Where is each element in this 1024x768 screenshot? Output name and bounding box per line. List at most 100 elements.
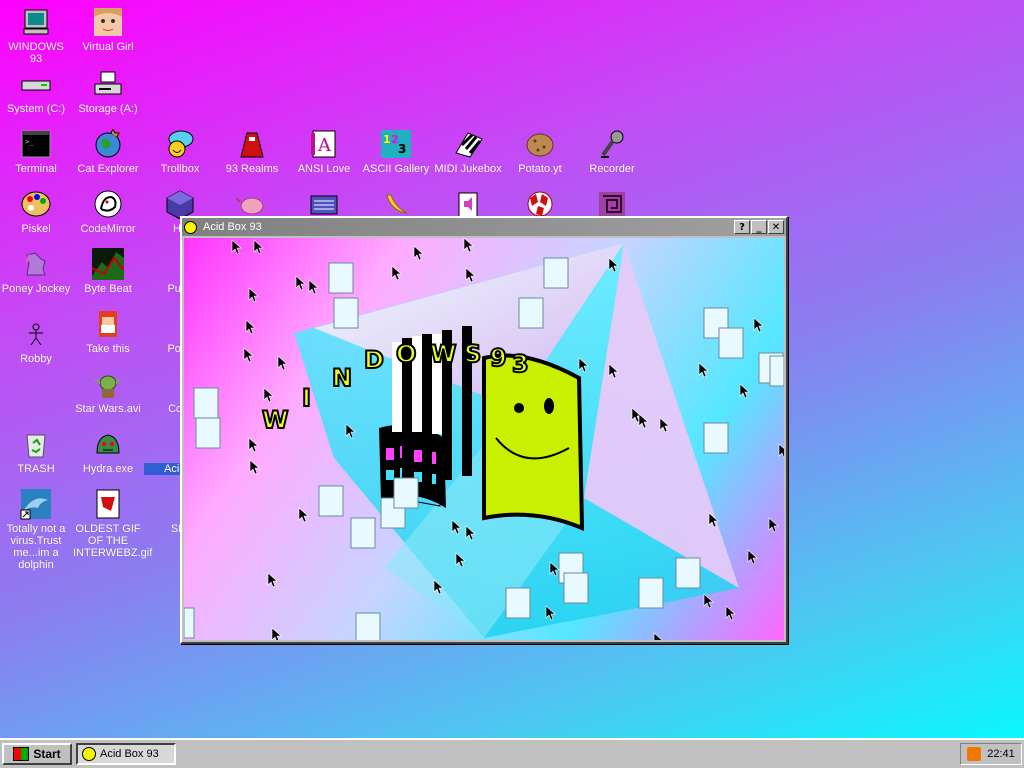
robby-icon[interactable]: Robby: [0, 318, 72, 365]
taskbar: Start Acid Box 93 22:41: [0, 738, 1024, 768]
terminal-icon[interactable]: >_ Terminal: [0, 128, 72, 175]
acid-artwork: W I N D O W S 9 3: [184, 238, 784, 640]
cube-icon: [166, 190, 194, 219]
keyboard-icon: [310, 195, 338, 215]
smiley-icon: [184, 220, 197, 234]
icon-label: Star Wars.avi: [75, 403, 141, 415]
pony-icon: [25, 252, 46, 276]
recycle-bin-icon: [26, 434, 46, 458]
ascii-gallery-icon[interactable]: 123 ASCII Gallery: [360, 128, 432, 175]
icon-label: Recorder: [589, 163, 635, 175]
windows93-icon[interactable]: WINDOWS 93: [0, 6, 72, 65]
banana-image-icon: [386, 194, 408, 214]
hydra-head-icon: [96, 434, 120, 454]
acid-box-canvas[interactable]: W I N D O W S 9 3: [184, 238, 784, 640]
knight-icon: [240, 132, 264, 158]
rss-icon[interactable]: [967, 747, 982, 761]
ansi-love-icon[interactable]: A ANSI Love: [288, 128, 360, 175]
start-button[interactable]: Start: [2, 743, 72, 765]
clock: 22:41: [987, 748, 1015, 760]
93-realms-icon[interactable]: 93 Realms: [216, 128, 288, 175]
icon-label: ANSI Love: [297, 163, 351, 175]
dolphin-icon[interactable]: Totally not a virus.Trust me...im a dolp…: [0, 488, 72, 571]
smiley-icon: [82, 747, 96, 761]
midi-jukebox-icon[interactable]: MIDI Jukebox: [432, 128, 504, 175]
icon-label: OLDEST GIF OF THE INTERWEBZ.gif: [73, 523, 153, 559]
hydra-icon[interactable]: Hydra.exe: [72, 428, 144, 475]
svg-text:3: 3: [398, 142, 406, 156]
minimize-button[interactable]: _: [751, 220, 767, 234]
logo-letter: 3: [512, 350, 529, 378]
logo-letter: D: [364, 346, 384, 374]
logo-letter: S: [464, 340, 481, 368]
palette-icon: [21, 191, 51, 217]
acid-box-window[interactable]: Acid Box 93 ? _ ✕ W I N D O W S 9 3: [180, 216, 788, 644]
logo-letter: W: [430, 340, 456, 368]
logo-letter: O: [396, 340, 416, 368]
piskel-icon[interactable]: Piskel: [0, 188, 72, 235]
icon-label: ASCII Gallery: [362, 163, 430, 175]
codemirror-icon[interactable]: CodeMirror: [72, 188, 144, 235]
maze-image-icon: [599, 192, 625, 216]
storage-a-icon[interactable]: Storage (A:): [72, 68, 144, 115]
gif-file-icon: [96, 489, 120, 519]
old-man-icon: [99, 311, 117, 337]
icon-label: 93 Realms: [225, 163, 279, 175]
potato-image-icon: [526, 133, 554, 157]
svg-text:A: A: [317, 135, 332, 156]
icon-label: Terminal: [15, 163, 57, 175]
close-button[interactable]: ✕: [768, 220, 784, 234]
logo-letter: 9: [490, 344, 507, 372]
start-label: Start: [33, 747, 61, 761]
icon-label: Robby: [20, 353, 52, 365]
icon-label: TRASH: [17, 463, 55, 475]
svg-text:1: 1: [383, 133, 391, 146]
stick-figure-icon: [29, 323, 43, 346]
sound-file-icon: [458, 192, 478, 217]
microphone-icon: [601, 130, 624, 158]
console-icon: >_: [21, 130, 51, 158]
icon-label: WINDOWS 93: [8, 41, 64, 65]
hard-drive-icon: [21, 80, 51, 91]
waveform-icon: [92, 248, 124, 280]
teapot-image-icon: [236, 197, 264, 215]
logo-letter: W: [262, 406, 288, 434]
icon-label: MIDI Jukebox: [434, 163, 502, 175]
yoda-icon: [93, 375, 123, 398]
window-title: Acid Box 93: [203, 221, 262, 233]
chat-bubble-icon: [168, 130, 194, 158]
oldest-gif-icon[interactable]: OLDEST GIF OF THE INTERWEBZ.gif: [72, 488, 153, 559]
potato-icon[interactable]: Potato.yt: [504, 128, 576, 175]
icon-label: Cat Explorer: [77, 163, 139, 175]
cat-explorer-icon[interactable]: Cat Explorer: [72, 128, 144, 175]
recorder-icon[interactable]: Recorder: [576, 128, 648, 175]
icon-label: Hydra.exe: [82, 463, 134, 475]
icon-label: System (C:): [6, 103, 66, 115]
virtual-girl-icon[interactable]: Virtual Girl: [72, 6, 144, 53]
taskbar-item-acid-box[interactable]: Acid Box 93: [76, 743, 176, 765]
svg-text:>_: >_: [25, 138, 34, 146]
icon-label: Byte Beat: [84, 283, 132, 295]
icon-label: Take this: [86, 343, 130, 355]
trash-icon[interactable]: TRASH: [0, 428, 72, 475]
icon-label: CodeMirror: [80, 223, 136, 235]
computer-icon: [23, 9, 49, 35]
logo-letter: I: [302, 384, 311, 412]
star-wars-icon[interactable]: Star Wars.avi: [72, 368, 144, 415]
windows-logo-icon: [13, 747, 30, 761]
window-titlebar[interactable]: Acid Box 93 ? _ ✕: [182, 218, 786, 236]
icon-label: Piskel: [21, 223, 51, 235]
icon-label: Poney Jockey: [1, 283, 71, 295]
help-button[interactable]: ?: [734, 220, 750, 234]
globe-cat-icon: [95, 129, 121, 158]
trollbox-icon[interactable]: Trollbox: [144, 128, 216, 175]
icon-label: Virtual Girl: [82, 41, 134, 53]
byte-beat-icon[interactable]: Byte Beat: [72, 248, 144, 295]
poney-jockey-icon[interactable]: Poney Jockey: [0, 248, 72, 295]
floppy-drive-icon: [94, 71, 122, 95]
numbers-icon: 1 23: [381, 130, 411, 158]
take-this-icon[interactable]: Take this: [72, 308, 144, 355]
task-label: Acid Box 93: [100, 748, 159, 760]
system-c-icon[interactable]: System (C:): [0, 68, 72, 115]
piano-icon: [455, 132, 483, 158]
